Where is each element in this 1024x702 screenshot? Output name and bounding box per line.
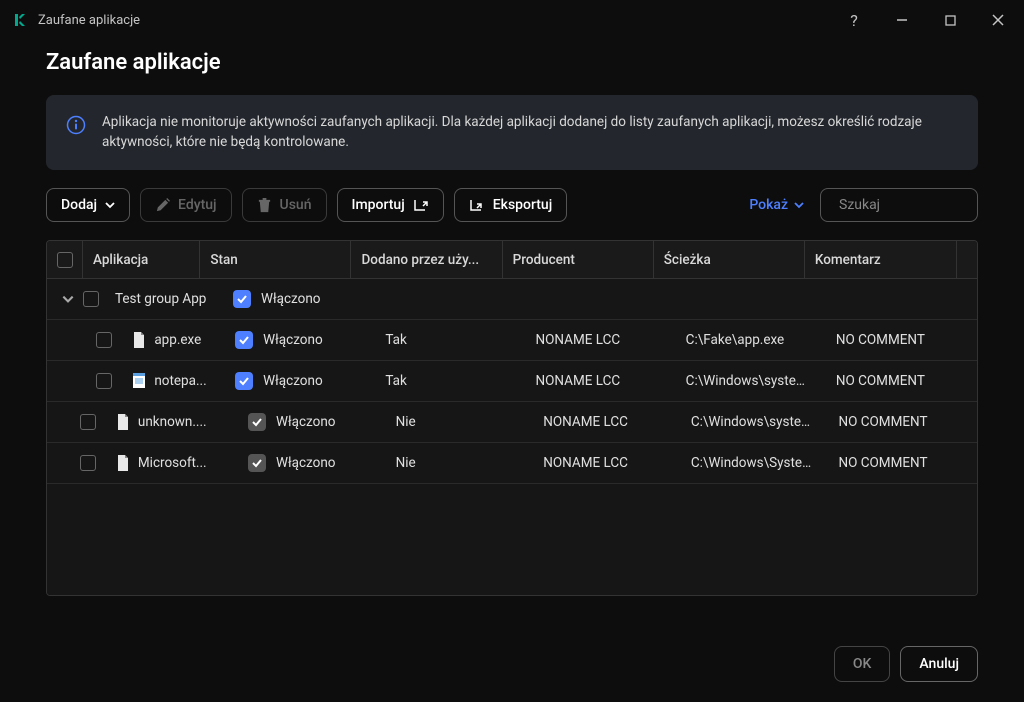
info-banner: Aplikacja nie monitoruje aktywności zauf… bbox=[46, 95, 978, 170]
column-path[interactable]: Ścieżka bbox=[654, 241, 805, 278]
footer: OK Anuluj bbox=[0, 626, 1024, 702]
info-icon bbox=[66, 115, 86, 135]
manufacturer-text: NONAME LCC bbox=[526, 373, 676, 389]
comment-text: NO COMMENT bbox=[826, 332, 977, 348]
export-icon bbox=[469, 197, 485, 213]
cancel-button[interactable]: Anuluj bbox=[900, 646, 978, 682]
table-row[interactable]: Microsoft... Włączono Nie NONAME LCC C:\… bbox=[47, 443, 977, 484]
app-name: app.exe bbox=[122, 332, 225, 348]
row-checkbox[interactable] bbox=[80, 455, 96, 471]
column-app[interactable]: Aplikacja bbox=[83, 241, 200, 278]
added-text: Nie bbox=[386, 455, 534, 471]
path-text: C:\Fake\app.exe bbox=[676, 332, 826, 348]
status-text: Włączono bbox=[263, 332, 322, 348]
info-text: Aplikacja nie monitoruje aktywności zauf… bbox=[102, 113, 958, 152]
row-checkbox[interactable] bbox=[96, 332, 112, 348]
app-logo-icon bbox=[12, 12, 28, 28]
status-toggle[interactable] bbox=[235, 331, 253, 349]
status-toggle[interactable] bbox=[248, 454, 266, 472]
import-button[interactable]: Importuj bbox=[337, 188, 444, 222]
search-box[interactable] bbox=[820, 188, 978, 222]
manufacturer-text: NONAME LCC bbox=[533, 414, 681, 430]
select-all-checkbox[interactable] bbox=[57, 252, 73, 268]
import-button-label: Importuj bbox=[352, 197, 405, 213]
table-header: Aplikacja Stan Dodano przez uży... Produ… bbox=[47, 241, 977, 279]
table-row[interactable]: unknown.... Włączono Nie NONAME LCC C:\W… bbox=[47, 402, 977, 443]
page-title: Zaufane aplikacje bbox=[46, 50, 978, 75]
manufacturer-text: NONAME LCC bbox=[526, 332, 676, 348]
minimize-button[interactable] bbox=[888, 6, 916, 34]
chevron-down-icon bbox=[105, 200, 115, 210]
ok-button[interactable]: OK bbox=[834, 646, 891, 682]
chevron-down-icon bbox=[794, 200, 804, 210]
status-text: Włączono bbox=[276, 414, 335, 430]
add-button-label: Dodaj bbox=[61, 197, 97, 213]
maximize-button[interactable] bbox=[936, 6, 964, 34]
add-button[interactable]: Dodaj bbox=[46, 188, 130, 222]
delete-button-label: Usuń bbox=[280, 197, 312, 213]
comment-text: NO COMMENT bbox=[826, 373, 977, 389]
column-status[interactable]: Stan bbox=[200, 241, 351, 278]
status-toggle[interactable] bbox=[233, 290, 251, 308]
titlebar: Zaufane aplikacje ? bbox=[0, 0, 1024, 40]
delete-button: Usuń bbox=[242, 188, 327, 222]
app-name: unknown.... bbox=[106, 414, 238, 430]
app-name: Microsoft... bbox=[106, 455, 238, 471]
manufacturer-text: NONAME LCC bbox=[533, 455, 681, 471]
path-text: C:\Windows\system... bbox=[681, 414, 829, 430]
group-checkbox[interactable] bbox=[83, 291, 99, 307]
app-name: notepa... bbox=[122, 373, 225, 389]
apps-table: Aplikacja Stan Dodano przez uży... Produ… bbox=[46, 240, 978, 596]
status-toggle[interactable] bbox=[235, 372, 253, 390]
import-icon bbox=[413, 197, 429, 213]
edit-button-label: Edytuj bbox=[178, 197, 217, 213]
titlebar-title: Zaufane aplikacje bbox=[38, 13, 840, 28]
search-input[interactable] bbox=[839, 197, 1017, 213]
trash-icon bbox=[257, 198, 272, 213]
added-text: Nie bbox=[386, 414, 534, 430]
row-checkbox[interactable] bbox=[96, 373, 112, 389]
table-row[interactable]: notepa... Włączono Tak NONAME LCC C:\Win… bbox=[47, 361, 977, 402]
close-button[interactable] bbox=[984, 6, 1012, 34]
status-text: Włączono bbox=[263, 373, 322, 389]
column-comment[interactable]: Komentarz bbox=[805, 241, 957, 278]
path-text: C:\Windows\System... bbox=[681, 455, 829, 471]
added-text: Tak bbox=[375, 373, 525, 389]
show-button-label: Pokaż bbox=[749, 197, 788, 213]
status-text: Włączono bbox=[261, 291, 320, 307]
column-added[interactable]: Dodano przez uży... bbox=[351, 241, 502, 278]
comment-text: NO COMMENT bbox=[828, 414, 977, 430]
table-row[interactable]: app.exe Włączono Tak NONAME LCC C:\Fake\… bbox=[47, 320, 977, 361]
path-text: C:\Windows\system... bbox=[676, 373, 826, 389]
column-manufacturer[interactable]: Producent bbox=[503, 241, 654, 278]
status-toggle[interactable] bbox=[248, 413, 266, 431]
pencil-icon bbox=[155, 198, 170, 213]
show-button[interactable]: Pokaż bbox=[749, 197, 804, 213]
edit-button: Edytuj bbox=[140, 188, 232, 222]
toolbar: Dodaj Edytuj Usuń Importuj Eksportuj Pok… bbox=[46, 188, 978, 222]
export-button-label: Eksportuj bbox=[493, 197, 552, 213]
added-text: Tak bbox=[375, 332, 525, 348]
table-group-row[interactable]: Test group App Włączono bbox=[47, 279, 977, 320]
chevron-down-icon[interactable] bbox=[61, 292, 75, 306]
help-button[interactable]: ? bbox=[840, 6, 868, 34]
export-button[interactable]: Eksportuj bbox=[454, 188, 567, 222]
comment-text: NO COMMENT bbox=[828, 455, 977, 471]
status-text: Włączono bbox=[276, 455, 335, 471]
row-checkbox[interactable] bbox=[80, 414, 96, 430]
group-name: Test group App bbox=[105, 291, 223, 307]
table-body: Test group App Włączono app.exe Włączono… bbox=[47, 279, 977, 595]
column-spacer bbox=[957, 241, 977, 278]
